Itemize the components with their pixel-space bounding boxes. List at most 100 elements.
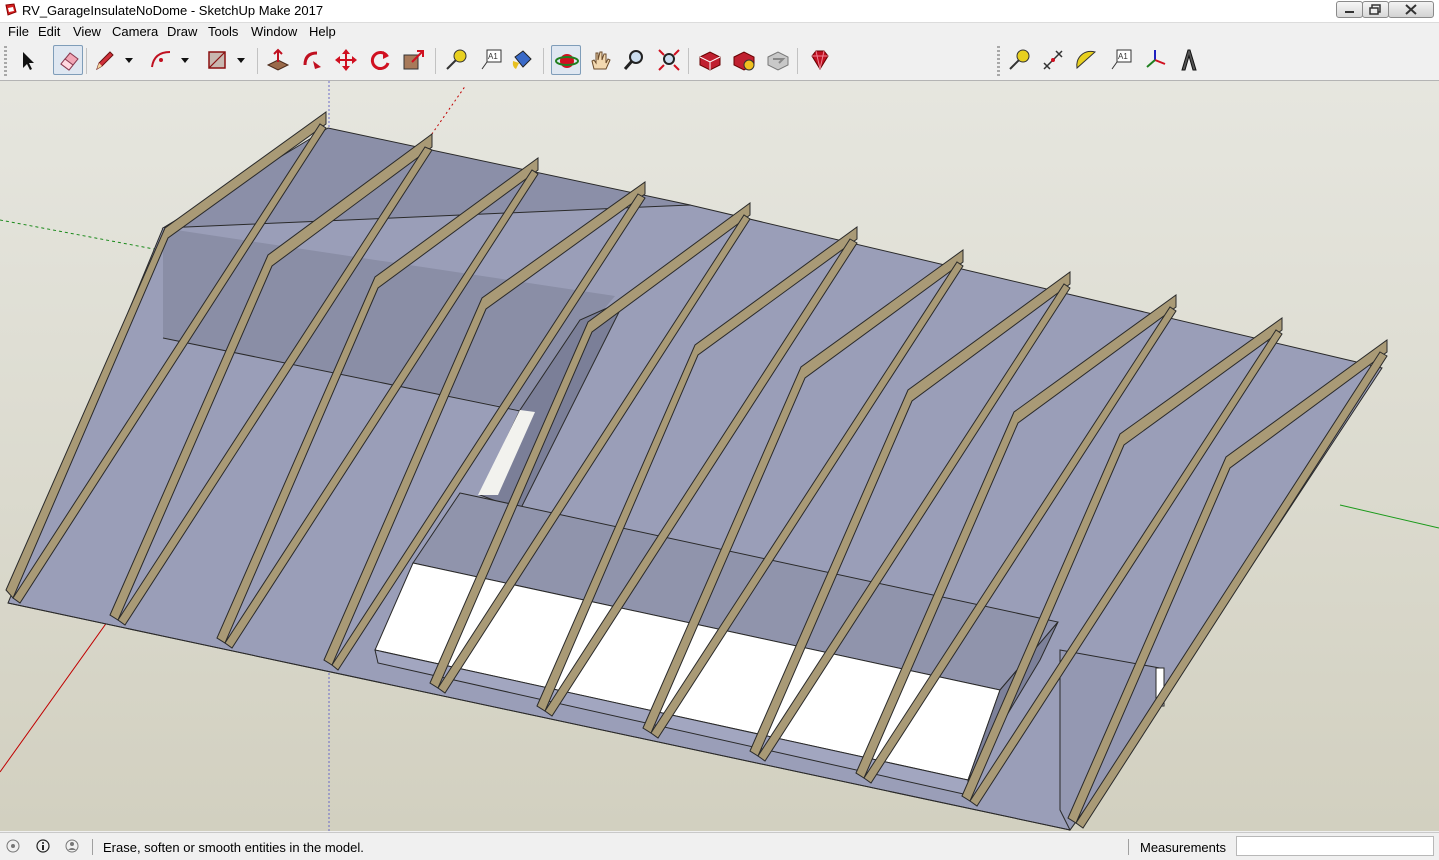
- title-bar: RV_GarageInsulateNoDome - SketchUp Make …: [0, 0, 1439, 23]
- orbit-tool-button[interactable]: [551, 45, 581, 75]
- rectangle-tool-button[interactable]: [202, 45, 232, 75]
- orbit-icon: [555, 54, 579, 68]
- move-tool-button[interactable]: [331, 45, 361, 75]
- minimize-button[interactable]: [1336, 1, 1363, 18]
- follow-me-icon: [303, 51, 321, 69]
- status-bar: Erase, soften or smooth entities in the …: [0, 832, 1439, 860]
- chevron-down-icon: [125, 58, 133, 63]
- measurements-label: Measurements: [1140, 840, 1226, 855]
- tape-measure-icon: [1009, 49, 1030, 70]
- move-icon: [335, 49, 357, 71]
- zoom-icon: [623, 50, 643, 70]
- minimize-icon: [1345, 11, 1354, 13]
- protractor-icon: [1076, 50, 1096, 69]
- model-viewport[interactable]: [0, 81, 1439, 831]
- zoom-extents-tool-button[interactable]: [654, 45, 684, 75]
- scale-icon: [403, 50, 424, 70]
- status-separator: [92, 839, 93, 855]
- chevron-down-icon: [181, 58, 189, 63]
- svg-text:A1: A1: [1118, 52, 1128, 61]
- toolbar-separator: [688, 48, 689, 74]
- 3d-text-icon: [1181, 49, 1197, 71]
- axes-tool-button[interactable]: [1140, 45, 1170, 75]
- push-pull-icon: [266, 48, 290, 71]
- menu-window[interactable]: Window: [251, 24, 297, 39]
- status-message: Erase, soften or smooth entities in the …: [103, 840, 364, 855]
- tape-measure-tool-button-2[interactable]: [1004, 45, 1034, 75]
- zoom-tool-button[interactable]: [619, 45, 649, 75]
- push-pull-tool-button[interactable]: [263, 45, 293, 75]
- paint-bucket-icon: [512, 50, 532, 69]
- sketchup-logo-icon: [5, 3, 17, 16]
- status-separator: [1128, 839, 1129, 855]
- rectangle-dropdown[interactable]: [232, 45, 250, 75]
- eraser-icon: [60, 52, 79, 71]
- hand-icon: [591, 51, 611, 70]
- pan-tool-button[interactable]: [585, 45, 615, 75]
- text-label-tool-button[interactable]: A1: [1106, 45, 1136, 75]
- close-button[interactable]: [1388, 1, 1434, 18]
- arrow-cursor-icon: [23, 52, 34, 70]
- 3d-text-tool-button[interactable]: [1174, 45, 1204, 75]
- menu-draw[interactable]: Draw: [167, 24, 197, 39]
- toolbar: A1 A1: [0, 42, 1439, 81]
- text-icon: A1: [481, 49, 502, 70]
- window-title: RV_GarageInsulateNoDome - SketchUp Make …: [22, 3, 324, 18]
- arc-dropdown[interactable]: [176, 45, 194, 75]
- rectangle-icon: [208, 51, 226, 69]
- select-tool-button[interactable]: [12, 45, 42, 75]
- pencil-dropdown[interactable]: [120, 45, 138, 75]
- toolbar-separator: [257, 48, 258, 74]
- pencil-icon: [96, 51, 114, 71]
- menu-file[interactable]: File: [8, 24, 29, 39]
- follow-me-tool-button[interactable]: [297, 45, 327, 75]
- geo-location-icon[interactable]: [6, 839, 20, 853]
- arc-icon: [151, 51, 171, 68]
- dimension-icon: [1043, 50, 1063, 70]
- tape-measure-icon: [446, 49, 467, 70]
- menu-view[interactable]: View: [73, 24, 101, 39]
- share-component-icon: [767, 51, 789, 71]
- toolbar-separator: [797, 48, 798, 74]
- user-account-icon[interactable]: [65, 839, 79, 853]
- chevron-down-icon: [237, 58, 245, 63]
- extension-manager-tool-button[interactable]: [805, 45, 835, 75]
- measurements-input[interactable]: [1236, 836, 1434, 856]
- eraser-tool-button[interactable]: [53, 45, 83, 75]
- toolbar-grip[interactable]: [997, 46, 1000, 76]
- tape-measure-tool-button[interactable]: [441, 45, 471, 75]
- credits-icon[interactable]: [36, 839, 50, 853]
- menu-tools[interactable]: Tools: [208, 24, 238, 39]
- toolbar-grip[interactable]: [4, 46, 7, 76]
- text-tool-button[interactable]: A1: [476, 45, 506, 75]
- toolbar-separator: [435, 48, 436, 74]
- restore-icon: [1369, 4, 1381, 15]
- close-icon: [1405, 4, 1417, 15]
- rotate-tool-button[interactable]: [365, 45, 395, 75]
- ruby-gem-icon: [811, 50, 829, 70]
- protractor-tool-button[interactable]: [1072, 45, 1102, 75]
- 3d-warehouse-tool-button[interactable]: [695, 45, 725, 75]
- toolbar-separator: [86, 48, 87, 74]
- menu-help[interactable]: Help: [309, 24, 336, 39]
- pencil-tool-button[interactable]: [90, 45, 120, 75]
- toolbar-separator: [543, 48, 544, 74]
- 3d-warehouse-icon: [699, 51, 721, 71]
- text-icon: A1: [1111, 49, 1132, 70]
- rotate-icon: [370, 51, 390, 70]
- dimension-tool-button[interactable]: [1038, 45, 1068, 75]
- menu-edit[interactable]: Edit: [38, 24, 60, 39]
- menu-bar: File Edit View Camera Draw Tools Window …: [0, 23, 1439, 42]
- share-component-tool-button[interactable]: [763, 45, 793, 75]
- extension-warehouse-icon: [733, 51, 755, 71]
- scale-tool-button[interactable]: [399, 45, 429, 75]
- arc-tool-button[interactable]: [146, 45, 176, 75]
- menu-camera[interactable]: Camera: [112, 24, 158, 39]
- paint-bucket-tool-button[interactable]: [507, 45, 537, 75]
- extension-warehouse-tool-button[interactable]: [729, 45, 759, 75]
- axes-icon: [1146, 50, 1166, 68]
- zoom-extents-icon: [658, 49, 680, 71]
- garage-model-scene: [0, 81, 1439, 831]
- restore-button[interactable]: [1362, 1, 1389, 18]
- svg-text:A1: A1: [488, 52, 498, 61]
